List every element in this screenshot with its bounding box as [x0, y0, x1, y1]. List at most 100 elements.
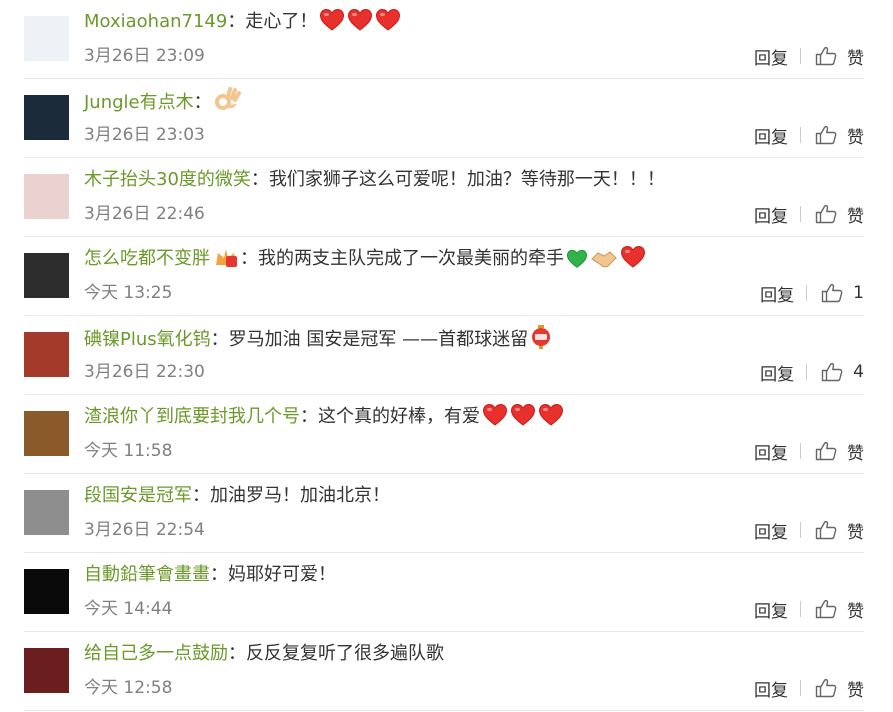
avatar[interactable]	[24, 648, 69, 693]
avatar[interactable]	[24, 174, 69, 219]
heart-emoji-icon	[510, 403, 536, 436]
comment-text: 妈耶好可爱！	[228, 564, 336, 585]
comment-text: 走心了！	[245, 11, 318, 32]
thumbs-up-icon	[815, 204, 837, 224]
comment-text: 我的两支主队完成了一次最美丽的牵手	[258, 248, 564, 269]
comment-item-7: 段国安是冠军：加油罗马！加油北京！ 3月26日 22:54 回复 赞	[24, 474, 864, 553]
like-button[interactable]: 赞	[815, 597, 864, 622]
reply-button[interactable]: 回复	[754, 123, 788, 148]
avatar[interactable]	[24, 95, 69, 140]
like-button[interactable]: 4	[821, 362, 864, 382]
comment-item-3: 木子抬头30度的微笑：我们家狮子这么可爱呢！加油？等待那一天！！！ 3月26日 …	[24, 158, 864, 237]
comment-time: 3月26日 23:03	[84, 125, 205, 145]
colon-separator: ：	[300, 406, 318, 427]
action-divider	[806, 285, 808, 301]
thumbs-up-icon	[821, 362, 843, 382]
comment-line: Moxiaohan7149：走心了！	[84, 8, 401, 41]
colon-separator: ：	[192, 485, 210, 506]
comment-time: 今天 13:25	[84, 283, 173, 303]
username-link[interactable]: 自動鉛筆會畫畫	[84, 564, 210, 585]
reply-button[interactable]: 回复	[754, 597, 788, 622]
username-link[interactable]: 碘镍Plus氧化钨	[84, 329, 211, 350]
action-divider	[800, 680, 801, 696]
colon-separator: ：	[210, 564, 228, 585]
avatar[interactable]	[24, 16, 69, 61]
comment-actions: 回复 赞	[754, 676, 864, 701]
heart-emoji-icon	[538, 403, 564, 436]
action-divider	[800, 443, 801, 459]
thumbs-up-icon	[815, 678, 837, 698]
colon-separator: ：	[227, 11, 246, 32]
comment-item-4: 怎么吃都不变胖 ：我的两支主队完成了一次最美丽的牵手 今天 13:25 回复 1	[24, 237, 864, 316]
reply-button[interactable]: 回复	[754, 518, 788, 543]
like-label: 赞	[847, 680, 864, 701]
comment-line: 渣浪你丫到底要封我几个号：这个真的好棒，有爱	[84, 403, 564, 436]
like-button[interactable]: 赞	[815, 518, 864, 543]
comment-actions: 回复 赞	[754, 439, 864, 464]
reply-button[interactable]: 回复	[754, 676, 788, 701]
heart-emoji-icon	[620, 245, 646, 278]
thumbs-up-icon	[815, 46, 837, 66]
heart-emoji-icon	[319, 8, 345, 41]
emoji-group	[212, 87, 242, 113]
emoji-group	[528, 325, 552, 350]
username-link[interactable]: 给自己多一点鼓励	[84, 643, 228, 664]
reply-button[interactable]: 回复	[760, 281, 794, 306]
action-divider	[800, 127, 801, 143]
comment-line: 怎么吃都不变胖 ：我的两支主队完成了一次最美丽的牵手	[84, 245, 646, 278]
like-button[interactable]: 赞	[815, 676, 864, 701]
avatar[interactable]	[24, 490, 69, 535]
like-button[interactable]: 1	[821, 283, 864, 303]
avatar[interactable]	[24, 569, 69, 614]
reply-button[interactable]: 回复	[754, 439, 788, 464]
comment-time: 3月26日 22:54	[84, 520, 205, 540]
username-link[interactable]: 怎么吃都不变胖	[84, 248, 210, 269]
like-label: 赞	[847, 443, 864, 464]
comment-time: 3月26日 22:46	[84, 204, 205, 224]
like-label: 赞	[847, 601, 864, 622]
green-heart-emoji-icon	[566, 249, 588, 278]
reply-button[interactable]: 回复	[760, 360, 794, 385]
ok-hand-emoji-icon	[214, 87, 242, 122]
thumbs-up-icon	[821, 283, 843, 303]
comment-item-6: 渣浪你丫到底要封我几个号：这个真的好棒，有爱 今天 11:58 回复 赞	[24, 395, 864, 474]
username-link[interactable]: 木子抬头30度的微笑	[84, 169, 251, 190]
lantern-emoji-icon	[530, 324, 552, 359]
comment-item-1: Moxiaohan7149：走心了！ 3月26日 23:09 回复 赞	[24, 0, 864, 79]
heart-emoji-icon	[347, 8, 373, 41]
avatar[interactable]	[24, 332, 69, 377]
thumbs-up-icon	[815, 520, 837, 540]
comment-actions: 回复 赞	[754, 202, 864, 227]
comment-actions: 回复 赞	[754, 123, 864, 148]
handshake-emoji-icon	[590, 247, 618, 278]
comment-actions: 回复 1	[760, 281, 864, 306]
username-link[interactable]: 渣浪你丫到底要封我几个号	[84, 406, 300, 427]
avatar[interactable]	[24, 253, 69, 298]
like-button[interactable]: 赞	[815, 123, 864, 148]
comment-actions: 回复 赞	[754, 518, 864, 543]
like-button[interactable]: 赞	[815, 44, 864, 69]
reply-button[interactable]: 回复	[754, 44, 788, 69]
username-link[interactable]: Moxiaohan7149	[84, 11, 227, 32]
colon-separator: ：	[228, 643, 246, 664]
comment-line: 段国安是冠军：加油罗马！加油北京！	[84, 482, 390, 510]
comment-line: 碘镍Plus氧化钨：罗马加油 国安是冠军 ——首都球迷留	[84, 324, 552, 359]
comment-time: 今天 11:58	[84, 441, 173, 461]
comment-text: 我们家狮子这么可爱呢！加油？等待那一天！！！	[268, 169, 665, 190]
action-divider	[800, 206, 801, 222]
action-divider	[800, 48, 801, 64]
reply-button[interactable]: 回复	[754, 202, 788, 227]
comment-time: 今天 12:58	[84, 678, 173, 698]
comment-text: 加油罗马！加油北京！	[210, 485, 390, 506]
like-button[interactable]: 赞	[815, 202, 864, 227]
like-button[interactable]: 赞	[815, 439, 864, 464]
like-label: 1	[853, 283, 864, 303]
comment-actions: 回复 4	[760, 360, 864, 385]
avatar[interactable]	[24, 411, 69, 456]
username-link[interactable]: Jungle有点木	[84, 92, 194, 113]
username-link[interactable]: 段国安是冠军	[84, 485, 192, 506]
comment-actions: 回复 赞	[754, 597, 864, 622]
comment-item-9: 给自己多一点鼓励：反反复复听了很多遍队歌 今天 12:58 回复 赞	[24, 632, 864, 711]
thumbs-up-icon	[815, 441, 837, 461]
like-label: 赞	[847, 206, 864, 227]
